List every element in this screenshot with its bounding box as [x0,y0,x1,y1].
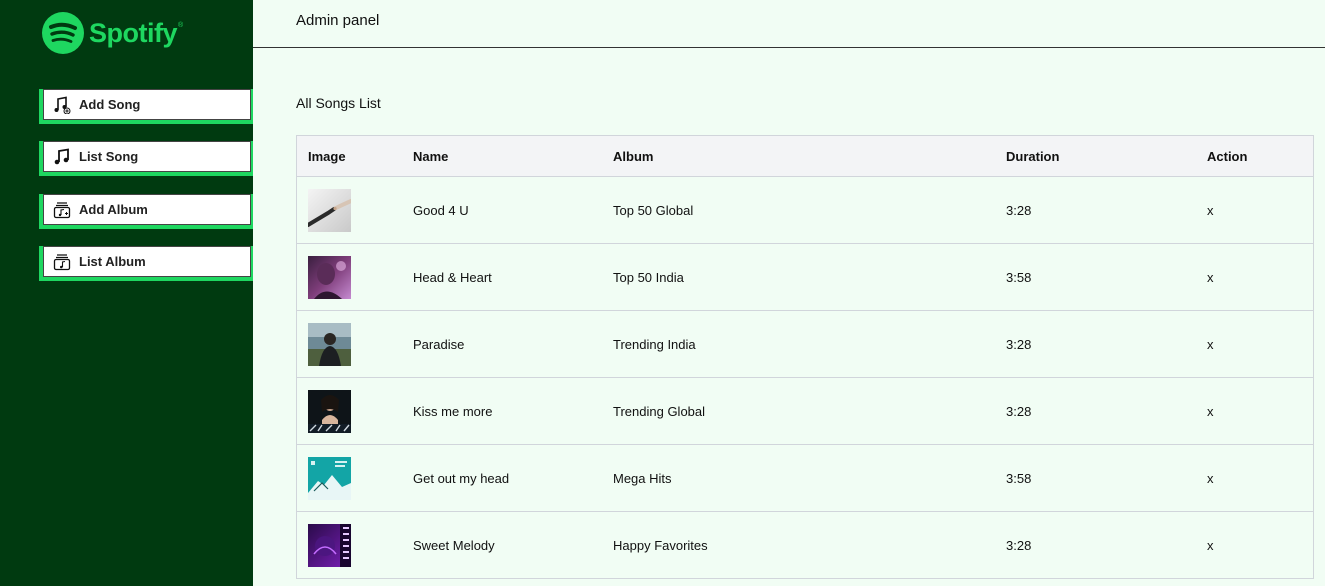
sidebar-item-add-song[interactable]: Add Song [39,89,253,124]
song-duration: 3:58 [1006,470,1032,486]
sidebar-item-list-album-box[interactable]: List Album [43,246,251,277]
column-header-duration: Duration [1006,148,1060,164]
teal-cover-artwork [308,456,351,500]
dark-portrait-artwork [308,389,351,433]
sidebar-item-add-album[interactable]: Add Album [39,194,253,229]
song-name: Kiss me more [413,403,493,419]
song-album: Top 50 India [613,269,684,285]
album-list-icon [53,253,71,271]
delete-song-button[interactable]: x [1207,471,1214,486]
sidebar-item-add-album-box[interactable]: Add Album [43,194,251,225]
sidebar-item-label: List Album [79,254,146,269]
column-header-image: Image [308,148,346,164]
table-row: Paradise Trending India 3:28 x [296,311,1314,378]
song-thumbnail [308,523,351,567]
songs-table: Image Name Album Duration Action Good 4 … [296,135,1314,579]
purple-neon-artwork [308,523,351,567]
song-duration: 3:28 [1006,403,1032,419]
song-duration: 3:28 [1006,202,1032,218]
delete-song-button[interactable]: x [1207,538,1214,553]
song-album: Trending Global [613,403,706,419]
song-name: Paradise [413,336,465,352]
trademark-mark: ® [178,22,184,29]
sidebar-item-label: List Song [79,149,139,164]
delete-song-button[interactable]: x [1207,270,1214,285]
song-name: Good 4 U [413,202,469,218]
song-album: Mega Hits [613,470,672,486]
top-header: Admin panel [253,0,1325,48]
song-thumbnail [308,389,351,433]
song-thumbnail [308,456,351,500]
sidebar-item-label: Add Song [79,97,141,112]
song-duration: 3:28 [1006,537,1032,553]
table-header-row: Image Name Album Duration Action [296,135,1314,177]
delete-song-button[interactable]: x [1207,404,1214,419]
song-album: Trending India [613,336,696,352]
page-title: Admin panel [296,12,380,29]
hands-reaching-artwork [308,188,351,232]
brand-name: Spotify [89,17,178,48]
song-thumbnail [308,255,351,299]
song-album: Happy Favorites [613,537,708,553]
music-add-icon [53,96,71,114]
sidebar: Spotify ® Add Song List Song Add Album L… [0,0,253,586]
song-thumbnail [308,188,351,232]
table-row: Get out my head Mega Hits 3:58 x [296,445,1314,512]
column-header-action: Action [1207,148,1248,164]
purple-portrait-artwork [308,255,351,299]
song-name: Get out my head [413,470,510,486]
song-thumbnail [308,322,351,366]
sidebar-item-list-song-box[interactable]: List Song [43,141,251,172]
table-row: Head & Heart Top 50 India 3:58 x [296,244,1314,311]
album-add-icon [53,201,71,219]
column-header-album: Album [613,148,654,164]
sidebar-item-label: Add Album [79,202,148,217]
section-title: All Songs List [296,95,381,111]
sidebar-item-list-song[interactable]: List Song [39,141,253,176]
song-duration: 3:58 [1006,269,1032,285]
table-row: Good 4 U Top 50 Global 3:28 x [296,177,1314,244]
app-root: Spotify ® Add Song List Song Add Album L… [0,0,1325,586]
spotify-logo-icon [42,12,84,54]
table-row: Kiss me more Trending Global 3:28 x [296,378,1314,445]
song-album: Top 50 Global [613,202,694,218]
music-note-icon [53,147,71,166]
delete-song-button[interactable]: x [1207,337,1214,352]
song-duration: 3:28 [1006,336,1032,352]
column-header-name: Name [413,148,449,164]
man-in-field-artwork [308,322,351,366]
delete-song-button[interactable]: x [1207,203,1214,218]
sidebar-item-add-song-box[interactable]: Add Song [43,89,251,120]
sidebar-item-list-album[interactable]: List Album [39,246,253,281]
spotify-logo[interactable]: Spotify ® [42,12,183,54]
table-row: Sweet Melody Happy Favorites 3:28 x [296,512,1314,579]
song-name: Sweet Melody [413,537,495,553]
song-name: Head & Heart [413,269,492,285]
